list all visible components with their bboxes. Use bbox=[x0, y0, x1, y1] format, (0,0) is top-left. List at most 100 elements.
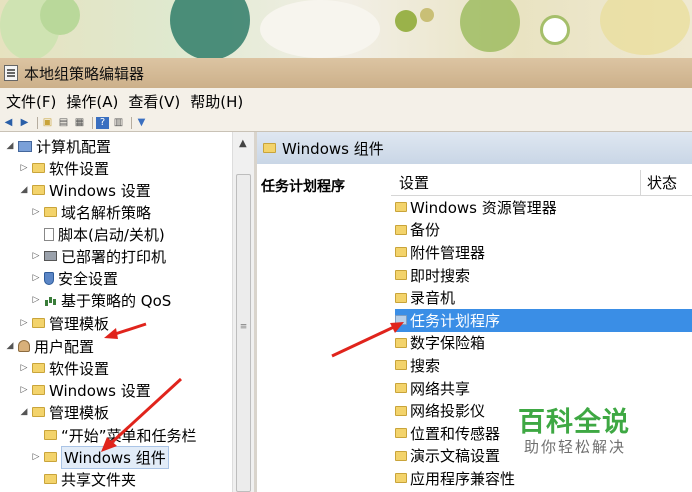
folder-icon bbox=[32, 185, 45, 195]
tree-item-software-settings[interactable]: ▷ 软件设置 bbox=[18, 157, 109, 179]
tree-item-qos[interactable]: ▷ 基于策略的 QoS bbox=[30, 289, 172, 311]
tree-item-user-config[interactable]: ◢ 用户配置 bbox=[4, 335, 94, 357]
tree-item-user-windows-settings[interactable]: ▷ Windows 设置 bbox=[18, 379, 151, 401]
policy-editor-icon bbox=[4, 65, 18, 81]
folder-icon bbox=[395, 270, 407, 281]
description-title: 任务计划程序 bbox=[261, 179, 345, 195]
document-icon bbox=[44, 227, 54, 241]
expand-arrow-icon[interactable]: ▷ bbox=[18, 363, 30, 373]
tree-item-computer-config[interactable]: ◢ 计算机配置 bbox=[4, 135, 111, 157]
list-item[interactable]: 备份 bbox=[395, 219, 692, 242]
properties-icon[interactable]: ▥ bbox=[112, 117, 125, 129]
list-item[interactable]: 附件管理器 bbox=[395, 241, 692, 264]
folder-icon bbox=[395, 247, 407, 258]
show-tree-icon[interactable]: ▤ bbox=[57, 117, 70, 129]
tree-item-scripts[interactable]: 脚本(启动/关机) bbox=[30, 223, 165, 245]
folder-icon bbox=[395, 224, 407, 235]
expand-arrow-icon[interactable]: ▷ bbox=[18, 318, 30, 328]
help-icon[interactable]: ? bbox=[96, 116, 109, 129]
expand-arrow-icon[interactable]: ▷ bbox=[18, 385, 30, 395]
list-item[interactable]: 数字保险箱 bbox=[395, 332, 692, 355]
collapse-arrow-icon[interactable]: ◢ bbox=[4, 341, 16, 351]
tree-item-shared-folders[interactable]: 共享文件夹 bbox=[30, 468, 136, 490]
column-state[interactable]: 状态 bbox=[641, 172, 677, 193]
column-header: 设置 状态 bbox=[391, 170, 692, 196]
list-item-task-scheduler[interactable]: 任务计划程序 bbox=[395, 308, 692, 332]
tree-item-user-admin-templates[interactable]: ◢ 管理模板 bbox=[18, 401, 109, 423]
chart-icon bbox=[44, 294, 57, 306]
printer-icon bbox=[44, 251, 57, 261]
toolbar-separator bbox=[92, 116, 93, 129]
list-item[interactable]: 搜索 bbox=[395, 354, 692, 377]
folder-icon bbox=[395, 315, 407, 326]
window-title: 本地组策略编辑器 bbox=[24, 64, 145, 83]
tree-item-start-menu-taskbar[interactable]: “开始”菜单和任务栏 bbox=[30, 424, 197, 446]
folder-icon bbox=[32, 363, 45, 373]
folder-icon bbox=[395, 383, 407, 394]
folder-icon bbox=[44, 474, 57, 484]
expand-arrow-icon[interactable]: ▷ bbox=[18, 163, 30, 173]
tree-item-windows-components[interactable]: ▷ Windows 组件 bbox=[30, 445, 169, 469]
menu-view[interactable]: 查看(V) bbox=[128, 91, 180, 112]
list-item[interactable]: 应用程序兼容性 bbox=[395, 467, 692, 490]
navigation-tree[interactable]: ◢ 计算机配置 ▷ 软件设置 ◢ Windows 设置 ▷ 域名解析策略 脚本(… bbox=[0, 132, 232, 492]
details-header-title: Windows 组件 bbox=[282, 139, 384, 158]
toolbar: ◀ ▶ ▣ ▤ ▦ ? ▥ ▼ bbox=[0, 114, 692, 132]
menu-bar: 文件(F) 操作(A) 查看(V) 帮助(H) bbox=[0, 88, 692, 114]
expand-arrow-icon[interactable]: ▷ bbox=[30, 295, 42, 305]
folder-icon bbox=[44, 207, 57, 217]
folder-icon bbox=[44, 430, 57, 440]
tree-item-security-settings[interactable]: ▷ 安全设置 bbox=[30, 267, 118, 289]
list-item[interactable]: Windows 资源管理器 bbox=[395, 196, 692, 219]
folder-icon bbox=[395, 405, 407, 416]
folder-icon bbox=[32, 318, 45, 328]
watermark-slogan: 助你轻松解决 bbox=[524, 438, 627, 456]
folder-icon bbox=[263, 143, 276, 153]
security-icon bbox=[44, 271, 54, 285]
computer-icon bbox=[18, 140, 32, 152]
folder-icon bbox=[44, 452, 57, 462]
tree-item-windows-settings[interactable]: ◢ Windows 设置 bbox=[18, 179, 151, 201]
scroll-up-icon[interactable]: ▲ bbox=[239, 138, 247, 149]
menu-action[interactable]: 操作(A) bbox=[66, 91, 118, 112]
tree-item-deployed-printers[interactable]: ▷ 已部署的打印机 bbox=[30, 245, 166, 267]
tree-item-admin-templates[interactable]: ▷ 管理模板 bbox=[18, 312, 109, 334]
toolbar-separator bbox=[131, 116, 132, 129]
list-item[interactable]: 录音机 bbox=[395, 286, 692, 309]
folder-icon bbox=[395, 428, 407, 439]
collapse-arrow-icon[interactable]: ◢ bbox=[18, 407, 30, 417]
expand-arrow-icon[interactable]: ▷ bbox=[30, 452, 42, 462]
folder-icon bbox=[395, 202, 407, 213]
details-header: Windows 组件 bbox=[257, 132, 692, 164]
collapse-arrow-icon[interactable]: ◢ bbox=[4, 141, 16, 151]
folder-icon bbox=[395, 450, 407, 461]
list-item[interactable]: 即时搜索 bbox=[395, 264, 692, 287]
folder-icon bbox=[395, 473, 407, 484]
column-setting[interactable]: 设置 bbox=[391, 170, 641, 195]
expand-arrow-icon[interactable]: ▷ bbox=[30, 273, 42, 283]
menu-file[interactable]: 文件(F) bbox=[6, 91, 56, 112]
tree-item-dns-policy[interactable]: ▷ 域名解析策略 bbox=[30, 201, 151, 223]
grip-icon: ≡ bbox=[239, 322, 248, 332]
expand-arrow-icon[interactable]: ▷ bbox=[30, 251, 42, 261]
folder-icon bbox=[395, 337, 407, 348]
watermark-brand: 百科全说 bbox=[518, 407, 630, 438]
filter-icon[interactable]: ▼ bbox=[135, 117, 148, 129]
export-icon[interactable]: ▦ bbox=[73, 117, 86, 129]
forward-icon[interactable]: ▶ bbox=[18, 117, 31, 129]
expand-arrow-icon[interactable]: ▷ bbox=[30, 207, 42, 217]
scroll-thumb[interactable]: ≡ bbox=[236, 174, 251, 492]
tree-item-user-software-settings[interactable]: ▷ 软件设置 bbox=[18, 357, 109, 379]
title-bar[interactable]: 本地组策略编辑器 bbox=[0, 58, 692, 88]
folder-icon bbox=[32, 385, 45, 395]
folder-icon bbox=[32, 163, 45, 173]
user-icon bbox=[18, 340, 30, 352]
folder-icon bbox=[395, 292, 407, 303]
toolbar-separator bbox=[37, 116, 38, 129]
menu-help[interactable]: 帮助(H) bbox=[190, 91, 243, 112]
folder-icon bbox=[32, 407, 45, 417]
tree-scrollbar[interactable]: ▲ ≡ bbox=[232, 132, 254, 492]
back-icon[interactable]: ◀ bbox=[2, 117, 15, 129]
up-folder-icon[interactable]: ▣ bbox=[41, 117, 54, 129]
collapse-arrow-icon[interactable]: ◢ bbox=[18, 185, 30, 195]
